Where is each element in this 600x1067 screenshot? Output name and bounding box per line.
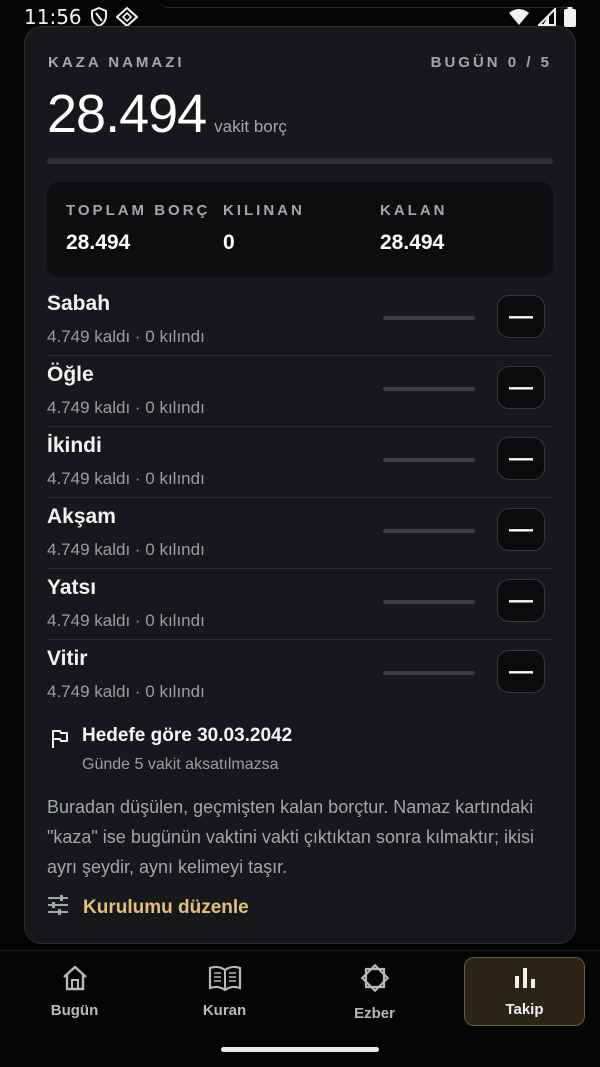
prayer-row-ikindi: İkindi 4.749 kaldı · 0 kılındı — — [47, 427, 553, 498]
summary-total-value: 28.494 — [66, 231, 131, 254]
summary-total: TOPLAM BORÇ 28.494 — [66, 202, 210, 255]
today-counter: BUGÜN 0 / 5 — [430, 54, 552, 71]
prayer-progress-bar — [383, 458, 475, 462]
tab-takip[interactable]: Takip — [464, 957, 585, 1026]
prayer-detail: 4.749 kaldı · 0 kılındı — [47, 469, 205, 488]
overall-progress-bar — [47, 158, 553, 164]
decrement-button[interactable]: — — [497, 579, 545, 622]
prayer-row-aksam: Akşam 4.749 kaldı · 0 kılındı — — [47, 498, 553, 569]
total-debt-unit: vakit borç — [214, 117, 287, 136]
wifi-icon — [508, 8, 530, 26]
prayer-progress-bar — [383, 387, 475, 391]
tune-icon — [47, 895, 69, 920]
summary-done: KILINAN 0 — [223, 202, 305, 255]
tab-label: Ezber — [354, 1004, 395, 1022]
prayer-name: Vitir — [47, 647, 88, 670]
prayer-detail: 4.749 kaldı · 0 kılındı — [47, 398, 205, 417]
star-icon — [359, 962, 391, 999]
prayer-row-ogle: Öğle 4.749 kaldı · 0 kılındı — — [47, 356, 553, 427]
tab-label: Takip — [505, 1000, 544, 1018]
summary-left: KALAN 28.494 — [380, 202, 448, 255]
home-icon — [61, 965, 89, 996]
decrement-button[interactable]: — — [497, 366, 545, 409]
prayer-detail: 4.749 kaldı · 0 kılındı — [47, 682, 205, 701]
summary-left-label: KALAN — [380, 202, 448, 219]
shield-icon — [90, 7, 108, 27]
home-indicator[interactable] — [221, 1047, 379, 1052]
total-debt-value: 28.494 — [47, 84, 207, 144]
tab-kuran[interactable]: Kuran — [164, 957, 285, 1026]
summary-panel: TOPLAM BORÇ 28.494 KILINAN 0 KALAN 28.49… — [47, 182, 553, 277]
prayer-list: Sabah 4.749 kaldı · 0 kılındı — Öğle 4.7… — [47, 285, 553, 711]
prayer-row-vitir: Vitir 4.749 kaldı · 0 kılındı — — [47, 640, 553, 711]
decrement-button[interactable]: — — [497, 437, 545, 480]
prayer-name: Öğle — [47, 363, 94, 386]
tab-bugun[interactable]: Bugün — [14, 957, 135, 1026]
battery-icon — [564, 7, 576, 27]
goal-title: Hedefe göre 30.03.2042 — [82, 725, 293, 746]
info-note: Buradan düşülen, geçmişten kalan borçtur… — [47, 797, 534, 877]
edit-setup-button[interactable]: Kurulumu düzenle — [47, 895, 249, 920]
vpn-icon — [115, 7, 138, 27]
bar-chart-icon — [512, 966, 538, 995]
summary-done-label: KILINAN — [223, 202, 305, 219]
prayer-name: Akşam — [47, 505, 116, 528]
book-icon — [208, 965, 242, 996]
total-debt: 28.494 vakit borç — [47, 83, 287, 145]
signal-icon — [538, 8, 556, 26]
summary-total-label: TOPLAM BORÇ — [66, 202, 211, 219]
prayer-detail: 4.749 kaldı · 0 kılındı — [47, 611, 205, 630]
summary-done-value: 0 — [223, 231, 235, 254]
summary-left-value: 28.494 — [380, 231, 445, 254]
card-title: KAZA NAMAZI — [48, 54, 185, 71]
edit-setup-label: Kurulumu düzenle — [83, 896, 249, 918]
prayer-detail: 4.749 kaldı · 0 kılındı — [47, 540, 205, 559]
prayer-progress-bar — [383, 671, 475, 675]
card-header: KAZA NAMAZI BUGÜN 0 / 5 — [48, 54, 552, 71]
decrement-button[interactable]: — — [497, 295, 545, 338]
decrement-button[interactable]: — — [497, 650, 545, 693]
prayer-name: İkindi — [47, 434, 102, 457]
flag-icon — [51, 729, 69, 754]
goal-subtitle: Günde 5 vakit aksatılmazsa — [82, 756, 279, 773]
prayer-progress-bar — [383, 529, 475, 533]
prayer-row-yatsi: Yatsı 4.749 kaldı · 0 kılındı — — [47, 569, 553, 640]
tab-label: Bugün — [50, 1001, 99, 1019]
decrement-button[interactable]: — — [497, 508, 545, 551]
prayer-name: Sabah — [47, 292, 111, 315]
prayer-progress-bar — [383, 600, 475, 604]
prayer-progress-bar — [383, 316, 475, 320]
prayer-name: Yatsı — [47, 576, 97, 599]
prayer-row-sabah: Sabah 4.749 kaldı · 0 kılındı — — [47, 285, 553, 356]
prayer-detail: 4.749 kaldı · 0 kılındı — [47, 327, 205, 346]
tab-ezber[interactable]: Ezber — [314, 957, 435, 1026]
kaza-card: KAZA NAMAZI BUGÜN 0 / 5 28.494 vakit bor… — [24, 26, 576, 944]
tab-label: Kuran — [202, 1001, 247, 1019]
